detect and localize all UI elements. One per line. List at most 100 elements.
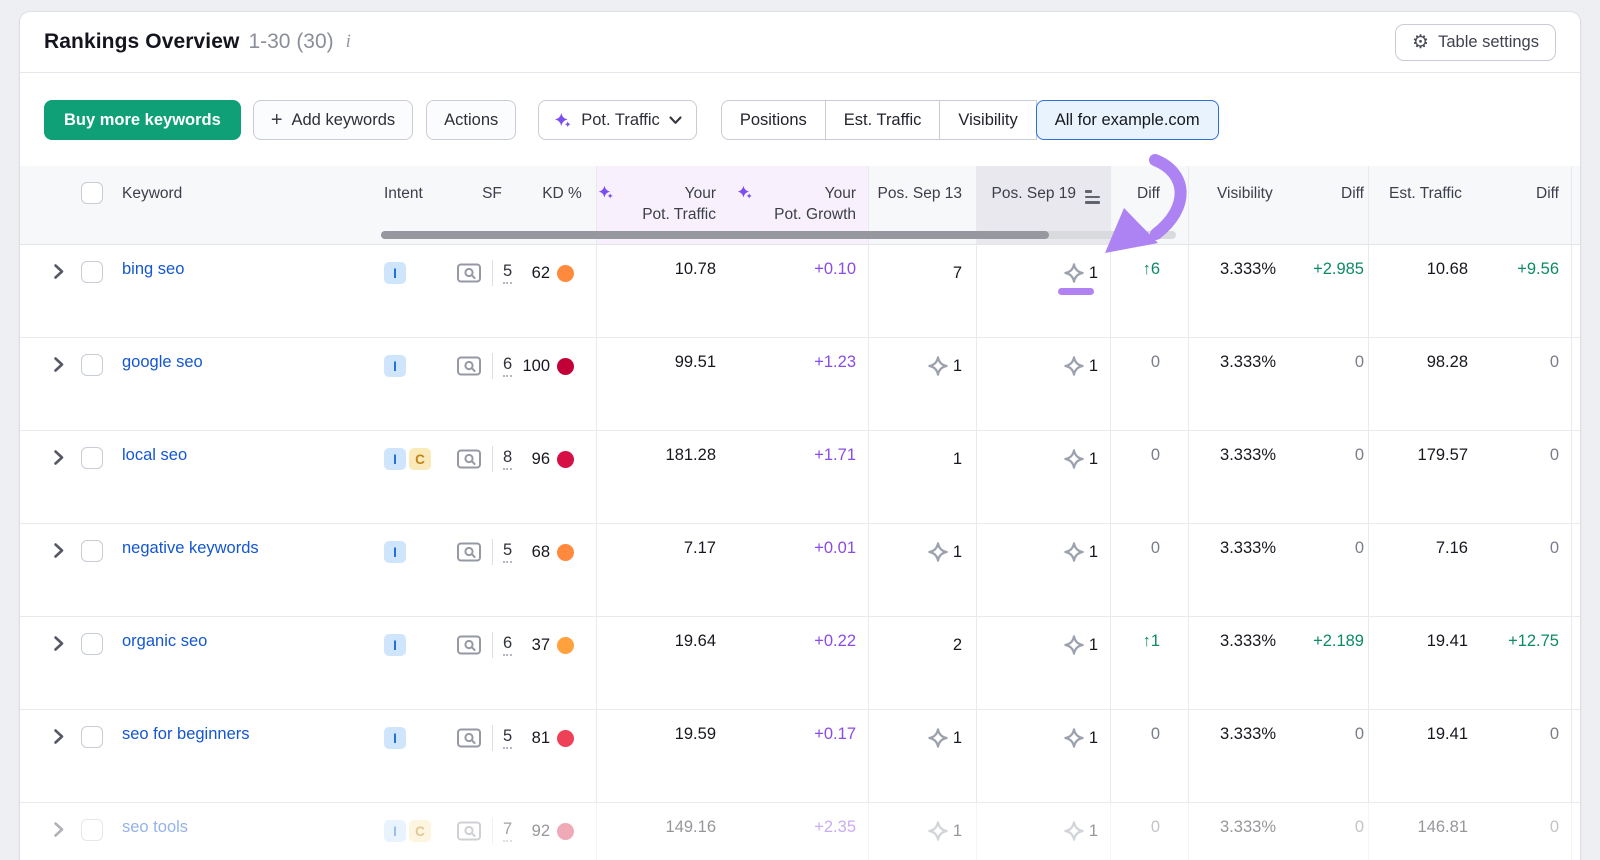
serp-preview-icon[interactable] [456, 448, 482, 470]
kd-difficulty-dot [557, 544, 574, 561]
intent-badge-i: I [384, 262, 406, 284]
serp-features-count[interactable]: 6 [503, 634, 512, 656]
serp-preview-icon[interactable] [456, 541, 482, 563]
pot-growth-value: +0.10 [814, 260, 856, 279]
kd-value: 100 [522, 357, 550, 376]
diff-value: ↑1 [1143, 632, 1160, 651]
serp-features-count[interactable]: 6 [503, 355, 512, 377]
keyword-link[interactable]: bing seo [122, 260, 184, 279]
diff-value: 0 [1550, 539, 1559, 558]
serp-feature-diamond-icon [927, 541, 949, 563]
row-checkbox[interactable] [81, 354, 103, 376]
info-icon[interactable]: i [346, 31, 351, 53]
horizontal-scrollbar-track[interactable] [381, 231, 1176, 239]
intent-badge-c: C [409, 448, 431, 470]
pot-traffic-value: 181.28 [666, 446, 716, 465]
serp-features-count[interactable]: 8 [503, 448, 512, 470]
expand-row-chevron-icon[interactable] [50, 635, 67, 652]
diff-value: 0 [1355, 353, 1364, 372]
kd-difficulty-dot [557, 730, 574, 747]
table-row: bing seo I 5 62 10.78 +0.10 7 1 ↑6 3.333… [20, 245, 1580, 338]
row-checkbox[interactable] [81, 633, 103, 655]
expand-row-chevron-icon[interactable] [50, 449, 67, 466]
view-tab-all-for-example-com[interactable]: All for example.com [1036, 100, 1219, 140]
select-all-checkbox[interactable] [81, 182, 103, 204]
row-checkbox[interactable] [81, 261, 103, 283]
serp-features-count[interactable]: 5 [503, 541, 512, 563]
table-header-row: Keyword Intent SF KD % Your Pot. Traffic… [20, 166, 1580, 245]
diff-value: 0 [1151, 353, 1160, 372]
pos-prev-value: 7 [953, 264, 962, 283]
visibility-value: 3.333% [1220, 725, 1276, 744]
expand-row-chevron-icon[interactable] [50, 542, 67, 559]
serp-features-count[interactable]: 5 [503, 262, 512, 284]
pos-prev-value: 1 [953, 450, 962, 469]
diff-value: 0 [1550, 353, 1559, 372]
diff-value: 0 [1550, 818, 1559, 837]
kd-difficulty-dot [557, 823, 574, 840]
metric-selector-dropdown[interactable]: Pot. Traffic [538, 100, 697, 140]
expand-row-chevron-icon[interactable] [50, 356, 67, 373]
pos-prev-value: 1 [953, 543, 962, 562]
card-title-bar: Rankings Overview 1-30 (30) i ⚙ Table se… [20, 12, 1580, 73]
serp-features-count[interactable]: 7 [503, 820, 512, 842]
expand-row-chevron-icon[interactable] [50, 728, 67, 745]
row-checkbox[interactable] [81, 819, 103, 841]
row-checkbox[interactable] [81, 726, 103, 748]
intent-badges: IC [384, 818, 431, 844]
actions-button[interactable]: Actions [426, 100, 516, 140]
table-row: local seo IC 8 96 181.28 +1.71 1 1 0 3.3… [20, 431, 1580, 524]
row-checkbox[interactable] [81, 447, 103, 469]
intent-badges: I [384, 539, 406, 565]
visibility-value: 3.333% [1220, 539, 1276, 558]
header-pot-growth-label: Your Pot. Growth [759, 183, 856, 225]
pos-current-value: 1 [1089, 729, 1098, 748]
view-tab-est-traffic[interactable]: Est. Traffic [825, 100, 941, 140]
est-traffic-value: 179.57 [1418, 446, 1468, 465]
intent-badge-i: I [384, 727, 406, 749]
serp-feature-diamond-icon [1063, 355, 1085, 377]
kd-value: 37 [532, 636, 550, 655]
serp-feature-diamond-icon [1063, 448, 1085, 470]
table-settings-label: Table settings [1438, 33, 1539, 52]
add-keywords-button[interactable]: + Add keywords [253, 100, 413, 140]
serp-feature-diamond-icon [1063, 634, 1085, 656]
expand-row-chevron-icon[interactable] [50, 263, 67, 280]
keyword-link[interactable]: organic seo [122, 632, 207, 651]
header-pot-traffic-label: Your Pot. Traffic [620, 183, 716, 225]
keyword-link[interactable]: google seo [122, 353, 203, 372]
expand-row-chevron-icon[interactable] [50, 821, 67, 838]
keyword-link[interactable]: seo for beginners [122, 725, 250, 744]
row-checkbox[interactable] [81, 540, 103, 562]
horizontal-scrollbar-thumb[interactable] [381, 231, 1049, 239]
visibility-value: 3.333% [1220, 632, 1276, 651]
keyword-link[interactable]: negative keywords [122, 539, 259, 558]
serp-preview-icon[interactable] [456, 634, 482, 656]
table-row: negative keywords I 5 68 7.17 +0.01 1 1 … [20, 524, 1580, 617]
view-tab-visibility[interactable]: Visibility [939, 100, 1036, 140]
header-est-traffic-diff: Diff [1474, 166, 1572, 244]
pot-growth-value: +1.71 [814, 446, 856, 465]
serp-preview-icon[interactable] [456, 355, 482, 377]
diff-value: 0 [1151, 539, 1160, 558]
serp-preview-icon[interactable] [456, 262, 482, 284]
serp-feature-diamond-icon [927, 727, 949, 749]
table-row: organic seo I 6 37 19.64 +0.22 2 1 ↑1 3.… [20, 617, 1580, 710]
diff-value: 0 [1550, 725, 1559, 744]
intent-badges: I [384, 353, 406, 379]
intent-badge-i: I [384, 820, 406, 842]
pos-icon-wrap [1063, 727, 1089, 749]
keyword-link[interactable]: seo tools [122, 818, 188, 837]
table-settings-button[interactable]: ⚙ Table settings [1395, 24, 1556, 61]
divider [492, 446, 493, 472]
serp-preview-icon[interactable] [456, 727, 482, 749]
intent-badges: I [384, 725, 406, 751]
serp-preview-icon[interactable] [456, 820, 482, 842]
serp-features-count[interactable]: 5 [503, 727, 512, 749]
divider [492, 539, 493, 565]
pos-icon-wrap [1063, 448, 1089, 470]
buy-more-keywords-button[interactable]: Buy more keywords [44, 100, 241, 140]
keyword-link[interactable]: local seo [122, 446, 187, 465]
view-tab-positions[interactable]: Positions [721, 100, 826, 140]
intent-badge-i: I [384, 634, 406, 656]
